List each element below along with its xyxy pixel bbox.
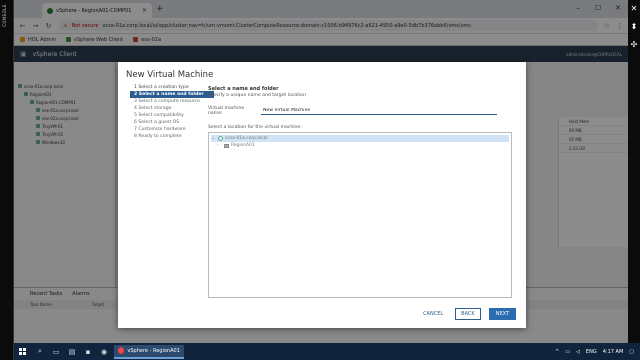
system-tray: ^ ▭ ◁ ENG 4:17 AM ▢ (555, 349, 638, 355)
language-indicator[interactable]: ENG (586, 349, 597, 355)
back-button[interactable]: BACK (455, 308, 481, 320)
clock[interactable]: 4:17 AM (603, 349, 624, 355)
new-vm-dialog: New Virtual Machine 1 Select a creation … (118, 62, 526, 328)
location-label: Select a location for the virtual machin… (208, 125, 302, 130)
file-explorer-icon[interactable]: ▤ (66, 346, 78, 358)
tray-arrow-icon[interactable]: ^ (555, 349, 559, 355)
taskbar-chrome-app[interactable]: vSphere - RegionA01... (114, 344, 184, 359)
taskbar-app-label: vSphere - RegionA01... (127, 347, 180, 354)
step-title: Select a name and folder (208, 86, 279, 92)
wizard-step: 6 Select a guest OS (134, 120, 180, 125)
tree-node-datacenter[interactable]: › RegionA01 (211, 142, 509, 149)
wizard-step: 8 Ready to complete (134, 134, 182, 139)
close-icon[interactable]: ✕ (629, 4, 639, 14)
settings-icon[interactable]: ✣ (629, 40, 639, 50)
app-icon[interactable]: ◉ (98, 346, 110, 358)
datacenter-icon (224, 143, 229, 148)
chevron-down-icon[interactable]: ⌄ (211, 136, 216, 141)
wizard-steps: 1 Select a creation type 2 Select a name… (130, 84, 214, 140)
chevron-right-icon[interactable]: › (217, 143, 222, 148)
vm-name-input[interactable] (261, 107, 497, 115)
windows-start-icon[interactable] (16, 345, 30, 359)
volume-icon[interactable]: ◁ (576, 349, 580, 355)
notifications-icon[interactable]: ▢ (629, 349, 634, 355)
tree-node-vcenter[interactable]: ⌄ vcsa-01a.corp.local (211, 135, 509, 142)
network-icon[interactable]: ▭ (565, 349, 570, 355)
search-icon[interactable]: ⌕ (34, 346, 46, 358)
vm-name-label: Virtual machine name: (208, 106, 245, 116)
cancel-button[interactable]: CANCEL (419, 309, 447, 319)
tree-node-label: vcsa-01a.corp.local (225, 136, 268, 141)
wizard-step: 5 Select compatibility (134, 113, 184, 118)
vm-name-row: Virtual machine name: (208, 106, 514, 116)
wizard-step[interactable]: 2 Select a name and folder (130, 91, 214, 98)
vcenter-icon (218, 136, 223, 141)
console-strip: CONSOLE (0, 0, 14, 360)
task-view-icon[interactable]: ▭ (50, 346, 62, 358)
terminal-icon[interactable]: ▪ (82, 346, 94, 358)
next-button[interactable]: NEXT (488, 308, 516, 320)
chrome-icon (118, 347, 125, 354)
location-tree: ⌄ vcsa-01a.corp.local › RegionA01 (208, 132, 512, 298)
step-content: Select a name and folder Specify a uniqu… (208, 86, 514, 298)
console-label: CONSOLE (2, 4, 7, 27)
wizard-step[interactable]: 1 Select a creation type (130, 84, 214, 91)
dialog-title: New Virtual Machine (126, 70, 214, 80)
wizard-step: 7 Customize hardware (134, 127, 186, 132)
wizard-step: 3 Select a compute resource (134, 99, 200, 104)
windows-taskbar: ⌕ ▭ ▤ ▪ ◉ vSphere - RegionA01... ^ ▭ ◁ E… (14, 343, 640, 360)
dialog-footer: CANCEL BACK NEXT (419, 308, 516, 320)
right-sidebar: ✕ ⬍ ✣ (628, 0, 640, 360)
expand-icon[interactable]: ⬍ (629, 22, 639, 32)
step-subtitle: Specify a unique name and target locatio… (208, 93, 306, 98)
wizard-step: 4 Select storage (134, 106, 172, 111)
tree-node-label: RegionA01 (231, 143, 255, 148)
